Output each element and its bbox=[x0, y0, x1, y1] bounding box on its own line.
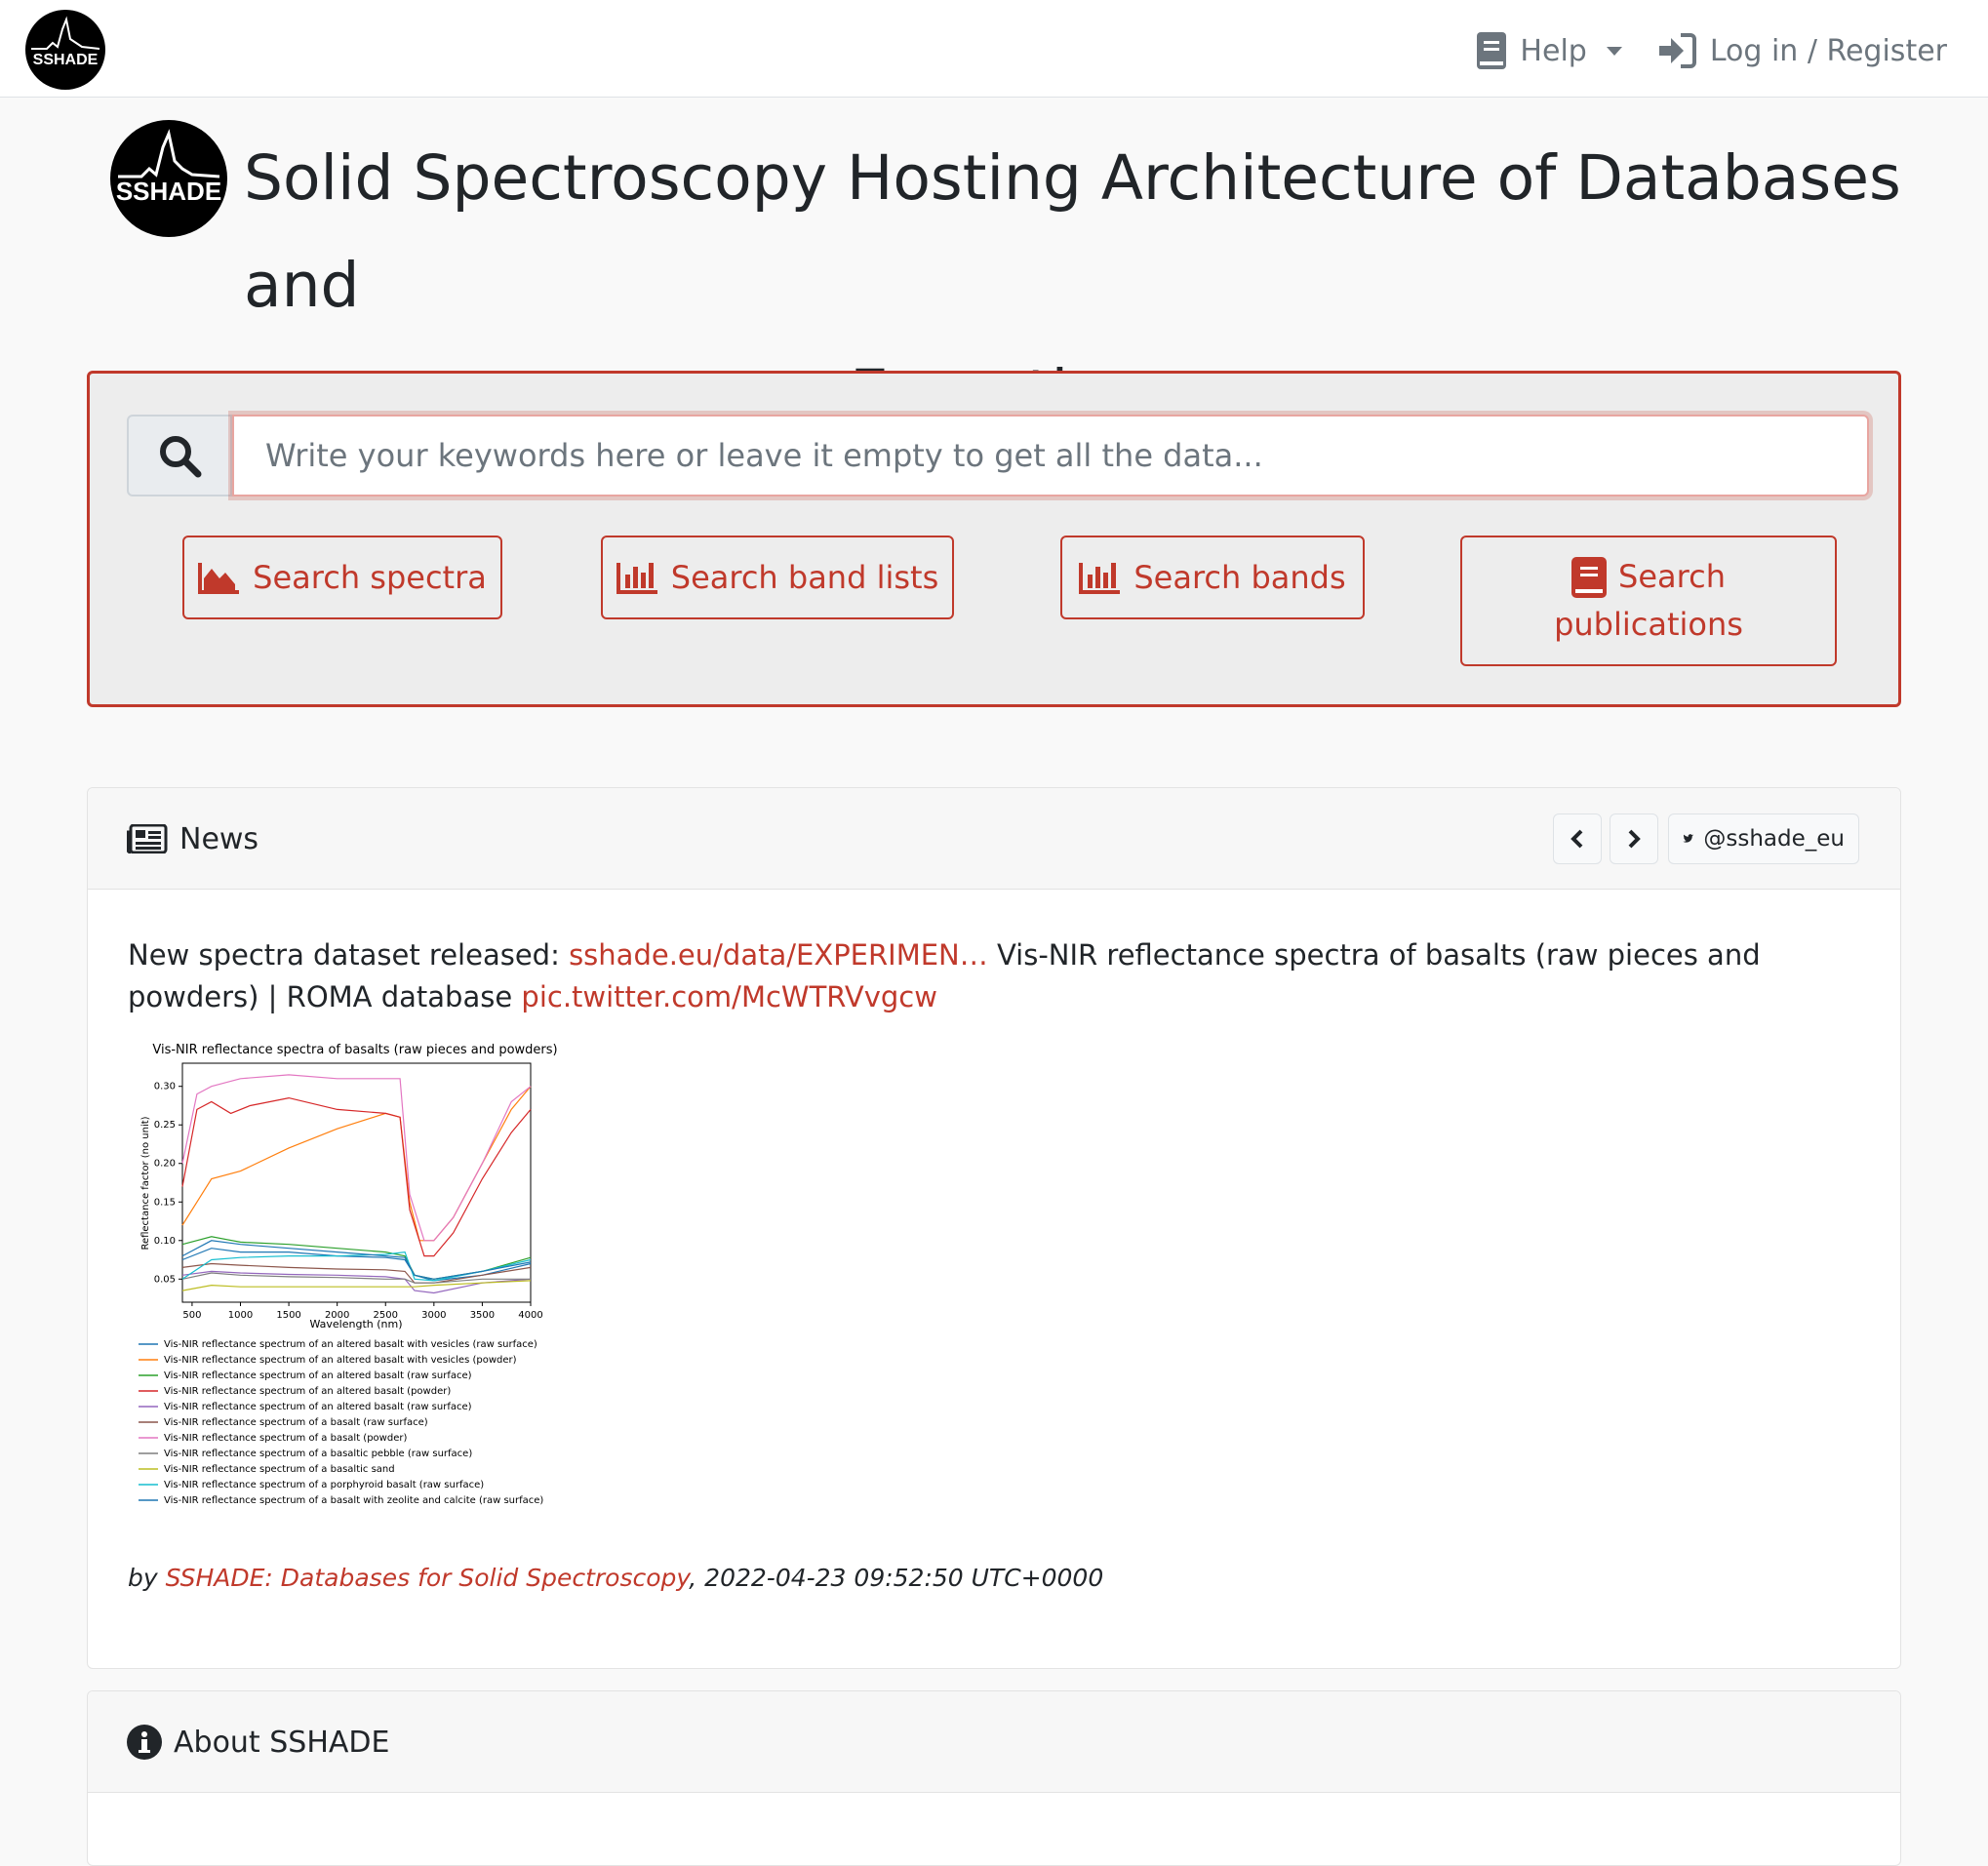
chart-y-tick-label: 0.25 bbox=[154, 1120, 176, 1131]
chart-title: Vis-NIR reflectance spectra of basalts (… bbox=[152, 1043, 557, 1057]
spectra-chart-svg: Vis-NIR reflectance spectra of basalts (… bbox=[139, 1043, 558, 1506]
newspaper-icon bbox=[127, 824, 168, 854]
help-label: Help bbox=[1520, 33, 1587, 68]
chart-legend-entry: Vis-NIR reflectance spectrum of a porphy… bbox=[164, 1480, 484, 1490]
news-prev-button[interactable] bbox=[1553, 814, 1602, 864]
chart-y-tick-label: 0.20 bbox=[154, 1159, 176, 1170]
sign-in-icon bbox=[1658, 33, 1696, 68]
page-title-line1: Solid Spectroscopy Hosting Architecture … bbox=[244, 142, 1901, 321]
author-link[interactable]: SSHADE: Databases for Solid Spectroscopy bbox=[166, 1564, 690, 1592]
chart-y-ticks: 0.05 0.10 0.15 0.20 0.25 0.30 bbox=[154, 1082, 182, 1285]
caret-down-icon bbox=[1606, 46, 1622, 56]
twitter-link[interactable]: @sshade_eu bbox=[1668, 814, 1859, 864]
chart-legend-entry: Vis-NIR reflectance spectrum of an alter… bbox=[164, 1402, 472, 1412]
sshade-logo[interactable]: SSHADE bbox=[25, 10, 105, 90]
search-icon bbox=[160, 436, 202, 478]
book-icon bbox=[1477, 32, 1507, 69]
chevron-left-icon bbox=[1571, 829, 1583, 849]
by-label: by bbox=[128, 1564, 166, 1592]
chevron-right-icon bbox=[1628, 829, 1641, 849]
chart-y-tick-label: 0.15 bbox=[154, 1197, 176, 1208]
search-bar bbox=[127, 415, 1869, 500]
chart-legend-entry: Vis-NIR reflectance spectrum of a basalt… bbox=[164, 1449, 472, 1459]
logo-text: SSHADE bbox=[33, 52, 99, 68]
bar-chart-icon bbox=[1079, 563, 1121, 594]
search-publications-label-2: publications bbox=[1554, 606, 1743, 643]
chart-legend: Vis-NIR reflectance spectrum of an alter… bbox=[139, 1339, 543, 1506]
dataset-link[interactable]: sshade.eu/data/EXPERIMEN… bbox=[569, 938, 988, 972]
news-item-text: New spectra dataset released: sshade.eu/… bbox=[128, 934, 1864, 1018]
book-icon bbox=[1571, 556, 1608, 598]
search-publications-label-1: Search bbox=[1618, 558, 1726, 595]
search-bands-label: Search bands bbox=[1133, 558, 1346, 596]
about-title-label: About SSHADE bbox=[174, 1725, 390, 1760]
search-band-lists-button[interactable]: Search band lists bbox=[601, 536, 954, 619]
search-spectra-button[interactable]: Search spectra bbox=[182, 536, 502, 619]
search-publications-line1: Search bbox=[1571, 553, 1726, 601]
chart-y-tick-label: 0.05 bbox=[154, 1274, 176, 1285]
news-timestamp: , 2022-04-23 09:52:50 UTC+0000 bbox=[689, 1564, 1104, 1592]
chart-y-tick-label: 0.10 bbox=[154, 1236, 176, 1247]
chart-legend-entry: Vis-NIR reflectance spectrum of a basalt… bbox=[164, 1464, 395, 1475]
pic-twitter-link[interactable]: pic.twitter.com/McWTRVvgcw bbox=[521, 980, 937, 1013]
chart-x-tick-label: 1500 bbox=[276, 1310, 300, 1321]
search-input[interactable] bbox=[232, 415, 1869, 496]
news-title: News bbox=[127, 788, 258, 890]
sshade-hero-logo-icon: SSHADE bbox=[116, 129, 221, 206]
chart-plot-area bbox=[181, 1062, 532, 1303]
chart-legend-entry: Vis-NIR reflectance spectrum of a basalt… bbox=[164, 1433, 407, 1444]
twitter-handle: @sshade_eu bbox=[1703, 826, 1845, 852]
chart-x-tick-label: 500 bbox=[182, 1310, 201, 1321]
chart-legend-entry: Vis-NIR reflectance spectrum of an alter… bbox=[164, 1355, 517, 1366]
about-title: About SSHADE bbox=[127, 1691, 389, 1793]
search-addon[interactable] bbox=[127, 415, 232, 496]
chart-legend-entry: Vis-NIR reflectance spectrum of a basalt… bbox=[164, 1495, 543, 1506]
help-dropdown[interactable]: Help bbox=[1477, 32, 1622, 69]
chart-legend-entry: Vis-NIR reflectance spectrum of an alter… bbox=[164, 1339, 537, 1350]
news-title-label: News bbox=[179, 821, 259, 856]
about-header: About SSHADE bbox=[88, 1691, 1900, 1793]
news-next-button[interactable] bbox=[1610, 814, 1658, 864]
chart-xlabel: Wavelength (nm) bbox=[309, 1318, 402, 1330]
news-card: News @sshade_eu New spectra dataset rele… bbox=[87, 787, 1901, 1669]
chart-x-tick-label: 3500 bbox=[470, 1310, 495, 1321]
hero-logo-text: SSHADE bbox=[116, 177, 221, 206]
chart-x-tick-label: 4000 bbox=[518, 1310, 542, 1321]
chart-x-tick-label: 3000 bbox=[421, 1310, 446, 1321]
news-meta: by SSHADE: Databases for Solid Spectrosc… bbox=[128, 1564, 1103, 1592]
search-band-lists-label: Search band lists bbox=[670, 558, 939, 596]
hero-logo: SSHADE bbox=[110, 120, 227, 237]
chart-x-tick-label: 1000 bbox=[228, 1310, 253, 1321]
spectra-chart[interactable]: Vis-NIR reflectance spectra of basalts (… bbox=[127, 1037, 585, 1515]
bar-chart-icon bbox=[616, 563, 657, 594]
area-chart-icon bbox=[198, 563, 240, 594]
login-register-link[interactable]: Log in / Register bbox=[1657, 33, 1947, 68]
search-panel: Search spectra Search band lists Search … bbox=[87, 371, 1901, 707]
news-text-prefix: New spectra dataset released: bbox=[128, 938, 570, 972]
twitter-icon bbox=[1683, 834, 1693, 843]
news-header: News @sshade_eu bbox=[88, 788, 1900, 890]
chart-y-tick-label: 0.30 bbox=[154, 1082, 176, 1092]
search-publications-button[interactable]: Search publications bbox=[1460, 536, 1837, 666]
chart-legend-entry: Vis-NIR reflectance spectrum of a basalt… bbox=[164, 1417, 428, 1428]
login-label: Log in / Register bbox=[1709, 33, 1947, 68]
search-spectra-label: Search spectra bbox=[253, 558, 487, 596]
chart-legend-entry: Vis-NIR reflectance spectrum of an alter… bbox=[164, 1370, 472, 1381]
chart-legend-entry: Vis-NIR reflectance spectrum of an alter… bbox=[164, 1386, 451, 1397]
search-bands-button[interactable]: Search bands bbox=[1060, 536, 1365, 619]
info-circle-icon bbox=[127, 1725, 162, 1760]
chart-ylabel: Reflectance factor (no unit) bbox=[140, 1116, 151, 1250]
top-navbar: SSHADE Help Log in / Register bbox=[0, 0, 1988, 98]
sshade-logo-icon: SSHADE bbox=[31, 16, 100, 68]
about-card: About SSHADE bbox=[87, 1690, 1901, 1866]
